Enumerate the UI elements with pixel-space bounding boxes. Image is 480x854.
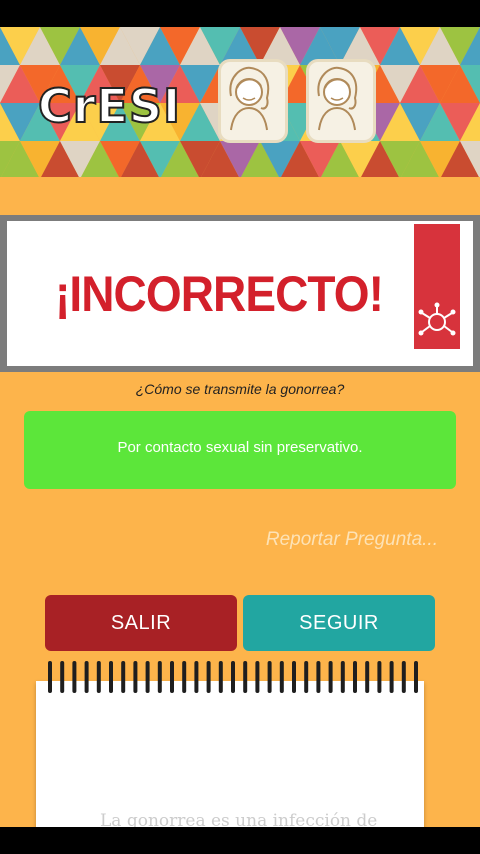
answer-text: Por contacto sexual sin preservativo.	[117, 438, 363, 456]
explanation-text: La gonorrea es una infección de	[100, 811, 378, 827]
result-banner: ¡INCORRECTO!	[0, 215, 480, 372]
woman-icon	[229, 66, 270, 131]
app-logo: CrESI	[37, 78, 182, 134]
navigation-bar	[0, 827, 480, 854]
explanation-notebook: La gonorrea es una infección de	[36, 659, 426, 827]
next-button[interactable]: SEGUIR	[243, 595, 435, 651]
spiral-binding	[48, 661, 418, 693]
status-bar	[0, 0, 480, 27]
avatar-female-2[interactable]	[306, 59, 376, 143]
notebook-paper	[36, 681, 424, 827]
woman-icon	[317, 66, 358, 131]
virus-icon	[418, 302, 456, 336]
result-tag	[414, 224, 460, 349]
question-text: ¿Cómo se transmite la gonorrea?	[135, 381, 345, 397]
result-title: ¡INCORRECTO!	[55, 266, 384, 322]
result-card: ¡INCORRECTO!	[7, 221, 473, 366]
app-screen: CrESI ¡INCORRECTO! ¿Cómo se transmite la…	[0, 27, 480, 827]
header-banner: CrESI	[0, 27, 480, 177]
report-question-link[interactable]: Reportar Pregunta...	[266, 529, 438, 551]
exit-button[interactable]: SALIR	[45, 595, 237, 651]
answer-card: Por contacto sexual sin preservativo.	[24, 411, 456, 489]
avatar-female-1[interactable]	[218, 59, 288, 143]
